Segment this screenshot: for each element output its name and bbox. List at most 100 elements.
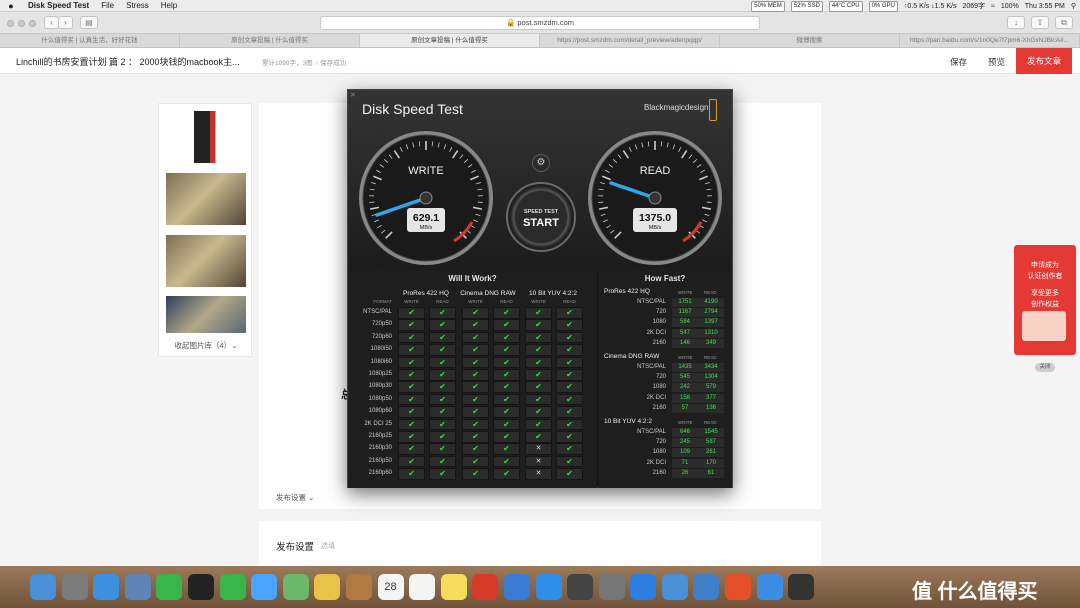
format-label: 1080i60 xyxy=(370,358,392,365)
check-icon: ✔ xyxy=(462,381,489,393)
menu-help[interactable]: Help xyxy=(155,1,183,10)
article-title[interactable]: Linchill的书房安置计划 篇 2 ： 2000块钱的macbook主... xyxy=(16,55,240,68)
word-count[interactable]: 2069字 xyxy=(962,1,985,11)
check-icon: ✔ xyxy=(429,393,456,406)
check-icon: ✔ xyxy=(429,344,456,356)
creator-promo-banner[interactable]: 申请成为 认证创作者 享受更多 创作权益 xyxy=(1014,245,1076,355)
close-window-button[interactable] xyxy=(7,20,14,27)
check-icon: ✔ xyxy=(493,307,520,319)
save-button[interactable]: 保存 xyxy=(950,56,967,68)
sohu-icon[interactable] xyxy=(725,574,752,600)
qq-icon[interactable] xyxy=(187,574,214,600)
format-label: 720p50 xyxy=(371,321,392,328)
thumbnail-3[interactable] xyxy=(166,235,246,287)
check-icon: ✔ xyxy=(525,369,552,381)
maps-icon[interactable] xyxy=(282,574,309,600)
gpu-stat[interactable]: 0% GPU xyxy=(868,0,898,12)
tab-3-active[interactable]: 原创文章投稿 | 什么值得买 xyxy=(360,34,540,47)
dashboard-icon[interactable] xyxy=(788,574,815,600)
collapse-library-button[interactable]: 收起图片库（4）⌄ xyxy=(159,340,253,351)
check-icon: ✔ xyxy=(429,443,456,455)
promo-close-button[interactable]: 关闭 xyxy=(1035,363,1055,372)
how-row-label: 2K DCI xyxy=(646,459,666,466)
format-label: NTSC/PAL xyxy=(363,309,392,315)
clock[interactable]: Thu 3:55 PM xyxy=(1025,3,1065,10)
forward-button[interactable]: › xyxy=(58,16,73,29)
teamviewer-icon[interactable] xyxy=(630,574,657,600)
facetime-icon[interactable] xyxy=(156,574,183,600)
back-button[interactable]: ‹ xyxy=(44,16,59,29)
publish-settings-toggle[interactable]: 发布设置 ⌄ xyxy=(276,492,314,503)
tab-1[interactable]: 什么值得买 | 认真生活，好好花钱 xyxy=(0,34,180,47)
publish-button[interactable]: 发布文章 xyxy=(1016,48,1072,74)
netease-music-icon[interactable] xyxy=(472,574,499,600)
check-icon: ✔ xyxy=(493,369,520,381)
calendar-icon[interactable]: 28 xyxy=(377,574,404,600)
activity-monitor-icon[interactable] xyxy=(567,574,594,600)
zoom-window-button[interactable] xyxy=(29,20,36,27)
finder-icon[interactable] xyxy=(30,574,56,600)
battery-level[interactable]: 100% xyxy=(1001,3,1019,10)
dst-title: Disk Speed Test xyxy=(362,101,463,117)
reminders-icon[interactable] xyxy=(409,574,436,600)
download-icon[interactable]: ↓ xyxy=(1007,16,1025,29)
preview-icon[interactable] xyxy=(124,574,151,600)
menu-file[interactable]: File xyxy=(95,1,120,10)
wechat-icon[interactable] xyxy=(219,574,246,600)
menu-app-name[interactable]: Disk Speed Test xyxy=(22,1,95,10)
how-row-label: 720 xyxy=(655,309,666,316)
thumbnail-1[interactable] xyxy=(166,111,246,163)
gear-icon[interactable]: ⚙ xyxy=(532,154,550,172)
tab-2[interactable]: 原创文章投稿 | 什么值得买 xyxy=(180,34,360,47)
minimize-window-button[interactable] xyxy=(18,20,25,27)
start-button[interactable]: SPEED TEST START xyxy=(506,182,576,252)
tabs-overview-icon[interactable]: ⧉ xyxy=(1055,16,1073,29)
ssd-stat[interactable]: 52% SSD xyxy=(790,0,823,12)
safari-icon[interactable] xyxy=(93,574,120,600)
cpu-stat[interactable]: 44°C CPU xyxy=(828,0,863,12)
baidu-netdisk-icon[interactable] xyxy=(756,574,783,600)
preview-button[interactable]: 预览 xyxy=(988,56,1005,68)
cross-icon: ✕ xyxy=(525,468,552,480)
tab-4[interactable]: https://post.smzdm.com/detail_preview/ad… xyxy=(540,34,720,47)
how-read-value: 3434 xyxy=(698,363,724,372)
finder-2-icon[interactable] xyxy=(661,574,688,600)
messages-icon[interactable] xyxy=(251,574,278,600)
check-icon: ✔ xyxy=(398,381,425,393)
promo-illustration xyxy=(1022,311,1066,341)
format-column-header: FORMAT xyxy=(373,299,392,304)
address-bar[interactable]: 🔒 post.smzdm.com xyxy=(320,16,760,30)
thumbnail-4[interactable] xyxy=(166,296,246,333)
tab-6[interactable]: https://pan.baidu.com/s/1n0Qe7f7pm6-XhGx… xyxy=(900,34,1080,47)
how-write-value: 109 xyxy=(672,448,698,458)
how-subheader: WRITE xyxy=(678,420,693,425)
share-icon[interactable]: ⇧ xyxy=(1031,16,1049,29)
check-icon: ✔ xyxy=(398,319,425,331)
apple-icon[interactable]: ● xyxy=(0,1,22,11)
wifi-icon[interactable]: ≈ xyxy=(991,3,995,10)
photos-icon[interactable] xyxy=(314,574,341,600)
feishu-icon[interactable] xyxy=(503,574,530,600)
promo-line-3: 享受更多 xyxy=(1031,290,1059,297)
menu-stress[interactable]: Stress xyxy=(120,1,155,10)
close-icon[interactable]: ✕ xyxy=(350,91,356,99)
check-icon: ✔ xyxy=(556,307,583,319)
tab-5[interactable]: 微博搜索 xyxy=(720,34,900,47)
search-icon[interactable]: ⚲ xyxy=(1071,2,1076,10)
check-icon: ✔ xyxy=(429,468,456,480)
network-stat[interactable]: ↑0.5 K/s ↓1.5 K/s xyxy=(904,3,957,10)
write-value: 629.1 xyxy=(413,212,439,224)
launchpad-icon[interactable] xyxy=(61,574,88,600)
sidebar-toggle-icon[interactable]: ▤ xyxy=(80,16,98,29)
how-read-value: 1304 xyxy=(698,373,724,383)
how-subheader: READ xyxy=(704,290,717,295)
check-icon: ✔ xyxy=(556,406,583,418)
check-icon: ✔ xyxy=(493,455,520,468)
system-preferences-icon[interactable] xyxy=(598,574,625,600)
contacts-icon[interactable] xyxy=(345,574,372,600)
mem-stat[interactable]: 50% MEM xyxy=(751,0,785,12)
notes-icon[interactable] xyxy=(440,574,467,600)
app-store-icon[interactable] xyxy=(535,574,562,600)
thumbnail-2[interactable] xyxy=(166,173,246,225)
photos-2-icon[interactable] xyxy=(693,574,720,600)
